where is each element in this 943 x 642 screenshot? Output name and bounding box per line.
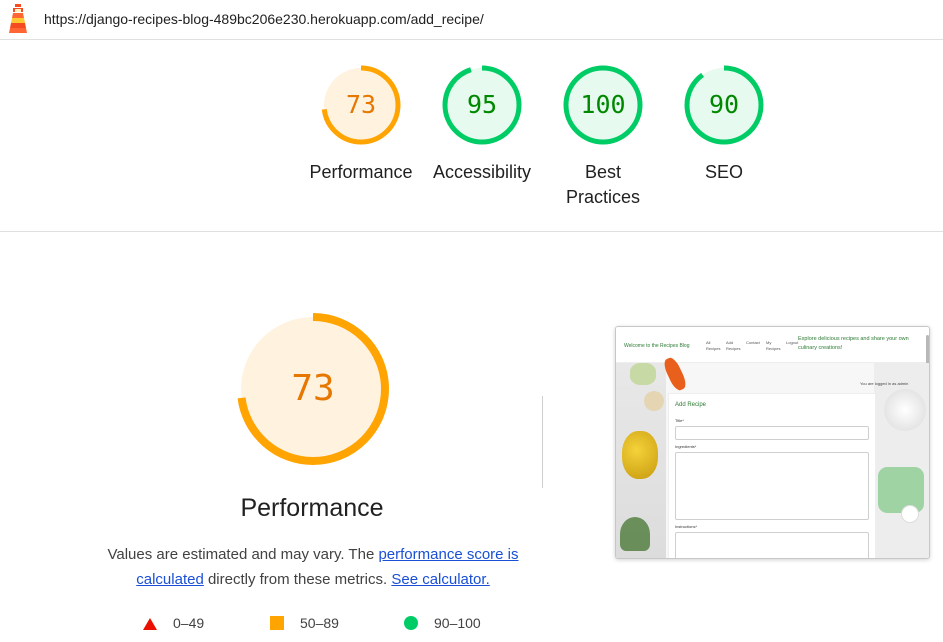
performance-gauge-large: 73 (232, 308, 394, 470)
screenshot-field-label: Ingredients* (675, 444, 697, 449)
desc-text-1: Values are estimated and may vary. The (107, 546, 379, 563)
screenshot-logged-in: You are logged in as admin (860, 381, 909, 386)
see-calculator-link[interactable]: See calculator. (391, 571, 489, 588)
screenshot-ingredients-input (675, 452, 869, 520)
gauge-accessibility[interactable]: 95 Accessibility (422, 64, 542, 185)
gauge-score: 95 (466, 90, 498, 119)
report-header: https://django-recipes-blog-489bc206e230… (0, 0, 943, 40)
screenshot-tagline: Explore delicious recipes and share your… (798, 336, 909, 351)
screenshot-nav-item: My Recipes (766, 340, 781, 351)
gauge-label: Best Practices (565, 162, 641, 207)
gauge-label: SEO (704, 162, 743, 182)
legend-item-pass: 90–100 (404, 615, 481, 631)
screenshot-form-card: Add Recipe Title* Ingredients* Instructi… (668, 393, 876, 558)
performance-description: Values are estimated and may vary. The p… (100, 542, 526, 592)
performance-title: Performance (240, 494, 384, 522)
gauge-seo[interactable]: 90 SEO (664, 64, 784, 185)
screenshot-nav-item: Contact (746, 340, 760, 345)
square-icon (270, 616, 284, 630)
greens-image (878, 467, 924, 513)
vertical-divider (542, 396, 543, 488)
screenshot-field-label: Title* (675, 418, 684, 423)
screenshot-title-input (675, 426, 869, 440)
desc-text-2: directly from these metrics. (203, 571, 392, 588)
screenshot-nav-item: All Recipes (706, 340, 721, 351)
screenshot-nav: All Recipes Add Recipes Contact My Recip… (706, 340, 800, 352)
screenshot-nav-item: Add Recipes (726, 340, 741, 351)
legend-range: 50–89 (300, 615, 339, 631)
bowl-image (884, 389, 926, 431)
score-legend: 0–49 50–89 90–100 (140, 615, 540, 635)
legend-range: 90–100 (434, 615, 481, 631)
triangle-icon (143, 616, 157, 630)
gauge-best-practices[interactable]: 100 Best Practices (543, 64, 663, 210)
screenshot-form-title: Add Recipe (675, 402, 707, 408)
page-url-link[interactable]: https://django-recipes-blog-489bc206e230… (44, 11, 484, 27)
final-screenshot[interactable]: Welcome to the Recipes Blog All Recipes … (615, 326, 930, 559)
screenshot-navbar: Welcome to the Recipes Blog All Recipes … (616, 327, 929, 375)
legend-range: 0–49 (173, 615, 205, 631)
gauge-score: 100 (580, 90, 626, 119)
circle-icon (404, 616, 418, 630)
lighthouse-icon (9, 4, 27, 33)
oil-jar-image (622, 431, 658, 479)
cabbage-image (630, 363, 656, 385)
gauge-label: Performance (309, 162, 413, 182)
legend-item-fail: 0–49 (143, 615, 204, 631)
score-gauges: 73 Performance 95 Accessibility 100 Best… (0, 40, 943, 232)
gauge-performance[interactable]: 73 Performance (301, 64, 421, 185)
screenshot-instructions-input (675, 532, 869, 558)
performance-score: 73 (291, 368, 335, 409)
gauge-score: 73 (345, 90, 377, 119)
onion-image (644, 391, 664, 411)
screenshot-field-label: Instructions* (675, 524, 698, 529)
screenshot-brand: Welcome to the Recipes Blog (624, 343, 690, 349)
gauge-label: Accessibility (432, 162, 532, 182)
herb-image (620, 517, 650, 551)
legend-item-average: 50–89 (270, 615, 339, 631)
egg-image (901, 505, 919, 523)
gauge-score: 90 (708, 90, 740, 119)
